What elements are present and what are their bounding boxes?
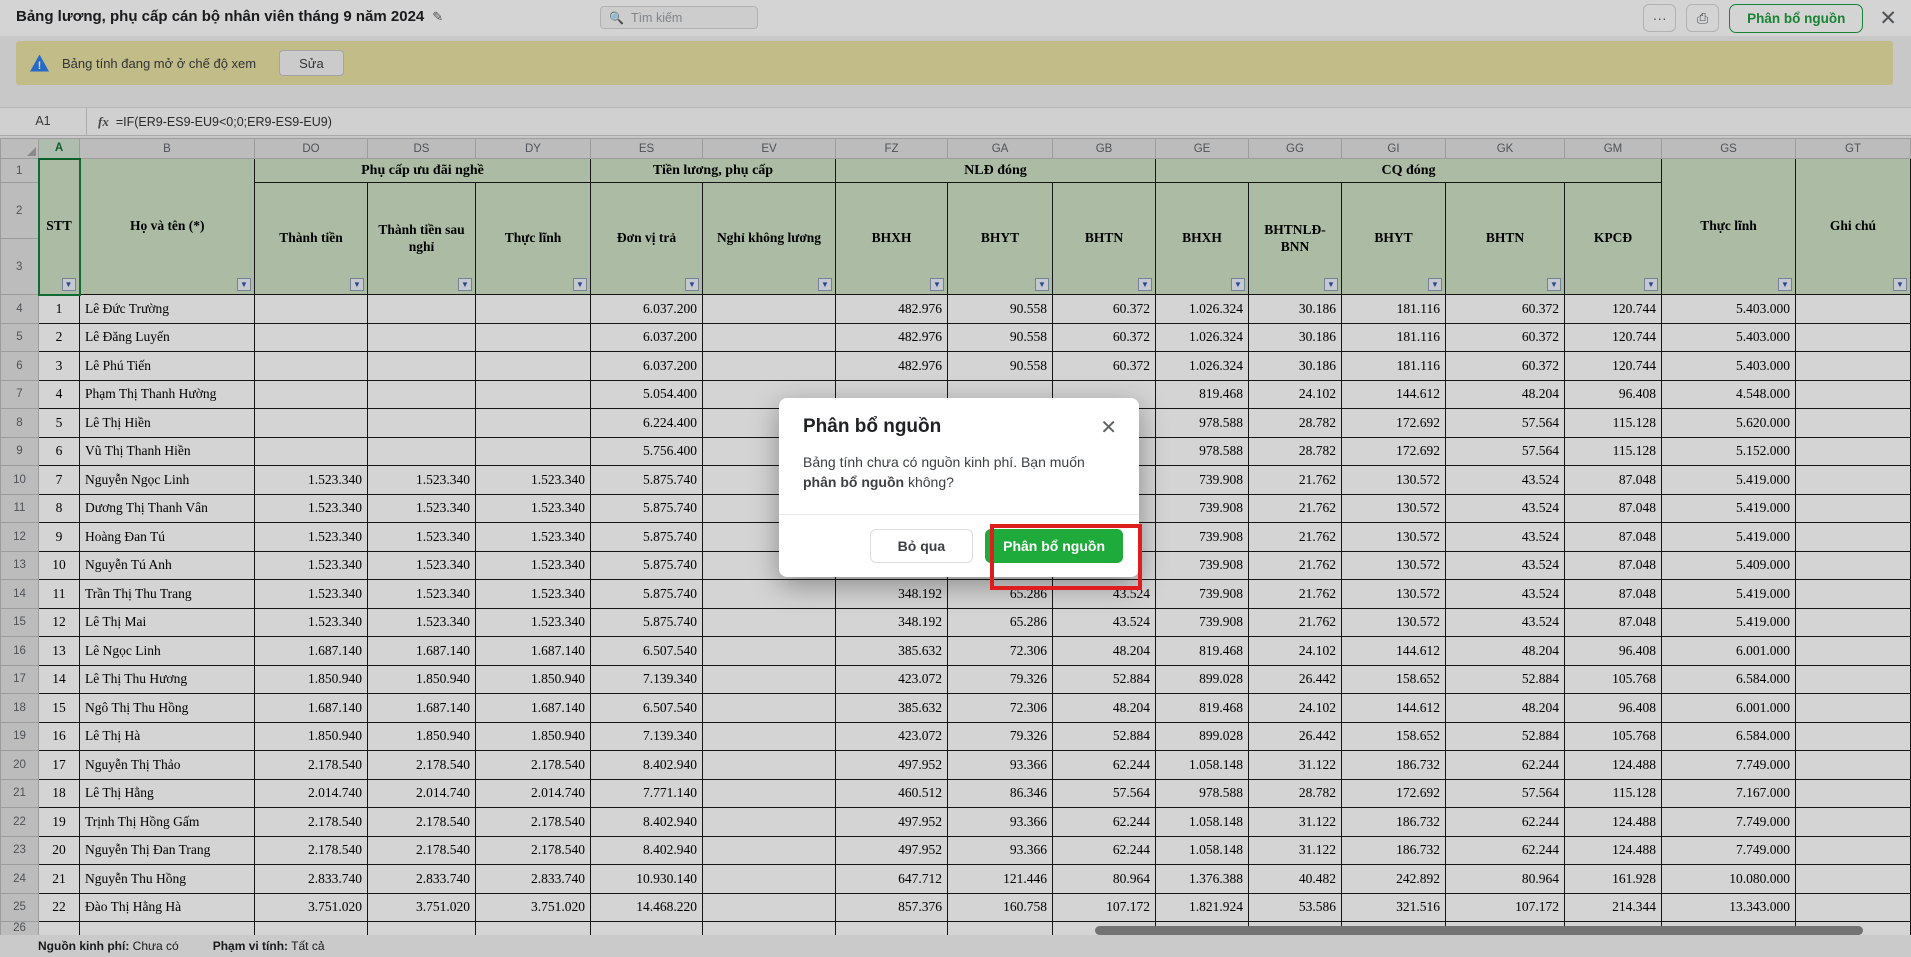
allocate-source-dialog: Phân bổ nguồn ✕ Bảng tính chưa có nguồn … bbox=[779, 398, 1139, 577]
dialog-footer: Bỏ qua Phân bổ nguồn bbox=[779, 514, 1139, 577]
allocate-source-confirm-button[interactable]: Phân bổ nguồn bbox=[985, 529, 1123, 563]
dialog-header: Phân bổ nguồn ✕ bbox=[779, 398, 1139, 446]
dialog-text: không? bbox=[904, 474, 954, 490]
dialog-text-bold: phân bổ nguồn bbox=[803, 474, 904, 490]
dialog-title: Phân bổ nguồn bbox=[803, 416, 941, 438]
skip-button[interactable]: Bỏ qua bbox=[870, 529, 973, 563]
dialog-text: Bảng tính chưa có nguồn kinh phí. Bạn mu… bbox=[803, 454, 1085, 470]
dialog-close-icon[interactable]: ✕ bbox=[1098, 416, 1119, 440]
spreadsheet-app: Bảng lương, phụ cấp cán bộ nhân viên thá… bbox=[0, 0, 1911, 957]
dialog-body: Bảng tính chưa có nguồn kinh phí. Bạn mu… bbox=[779, 446, 1139, 514]
